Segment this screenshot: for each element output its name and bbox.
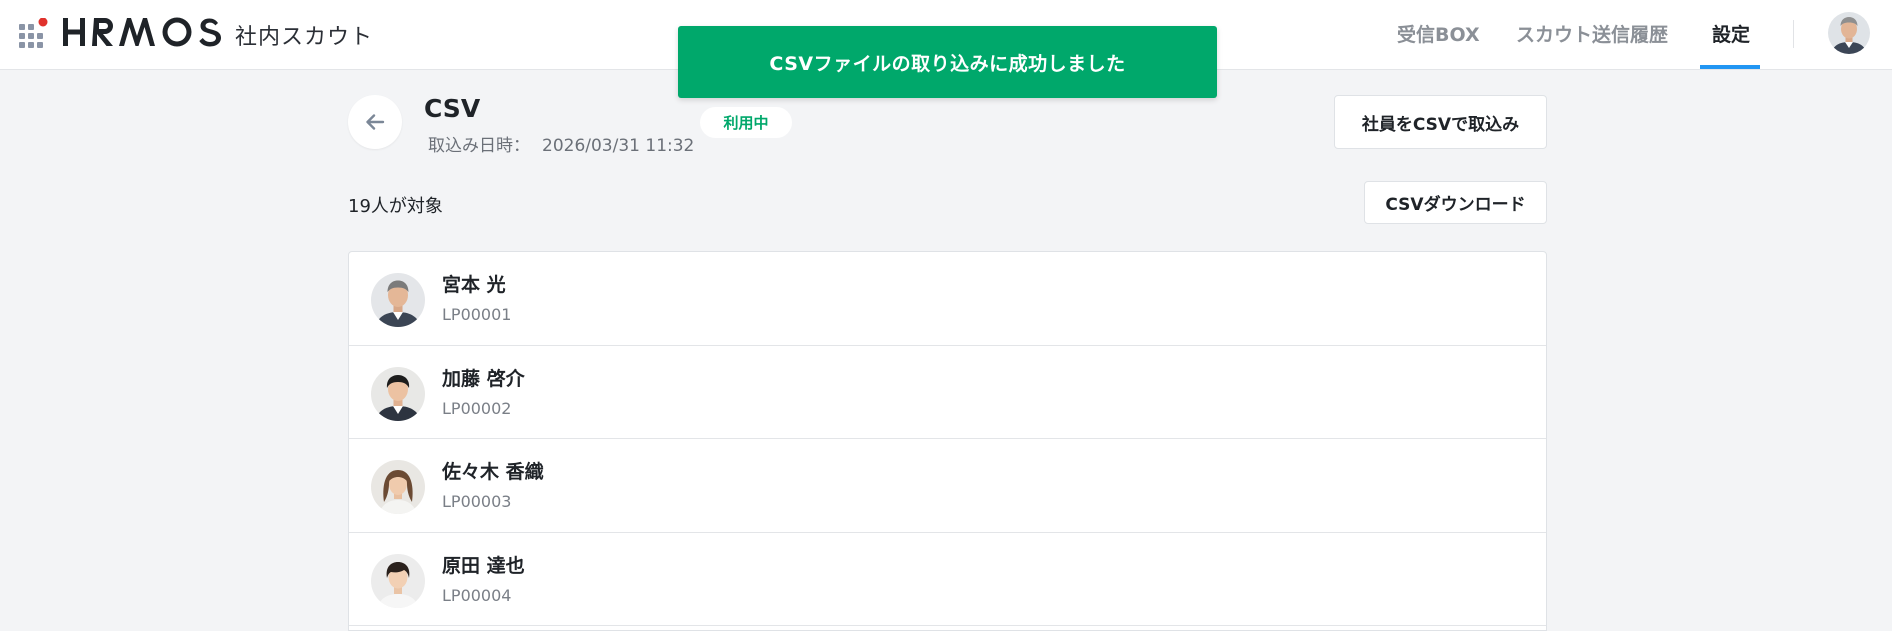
app-grid-icon[interactable] — [19, 18, 49, 48]
csv-download-button[interactable]: CSVダウンロード — [1364, 181, 1547, 224]
import-date: 取込み日時： 2026/03/31 11:32 — [428, 131, 694, 156]
nav-scout-history[interactable]: スカウト送信履歴 — [1516, 20, 1668, 47]
app-name: 社内スカウト — [235, 25, 374, 50]
list-item[interactable]: 原田 達也 LP00004 — [349, 533, 1546, 626]
list-item[interactable]: 宮本 光 LP00001 — [349, 252, 1546, 346]
nav-settings[interactable]: 設定 — [1712, 20, 1750, 47]
avatar — [371, 553, 425, 608]
employee-name: 宮本 光 — [442, 274, 506, 296]
employee-name: 佐々木 香織 — [442, 461, 544, 483]
success-toast: CSVファイルの取り込みに成功しました — [678, 26, 1217, 98]
target-count: 19人が対象 — [348, 196, 443, 217]
employee-list: 宮本 光 LP00001 加藤 啓介 LP00002 佐々木 香織 LP0000… — [348, 251, 1547, 631]
avatar — [371, 366, 425, 421]
import-employees-csv-button[interactable]: 社員をCSVで取込み — [1334, 95, 1547, 149]
import-date-label: 取込み日時： — [428, 136, 530, 156]
list-item[interactable]: 加藤 啓介 LP00002 — [349, 346, 1546, 439]
status-badge: 利用中 — [700, 107, 792, 138]
arrow-left-icon — [366, 114, 385, 130]
hrmos-logo[interactable] — [63, 14, 223, 50]
employee-id: LP00002 — [442, 398, 512, 418]
avatar — [371, 273, 425, 327]
nav-inbox[interactable]: 受信BOX — [1397, 20, 1480, 47]
list-item[interactable]: 佐々木 香織 LP00003 — [349, 439, 1546, 533]
avatar — [371, 460, 425, 514]
employee-name: 原田 達也 — [442, 554, 525, 577]
employee-name: 加藤 啓介 — [442, 367, 525, 390]
employee-id: LP00003 — [442, 492, 512, 511]
employee-id: LP00001 — [442, 305, 512, 324]
back-button[interactable] — [348, 95, 402, 149]
active-tab-indicator — [1700, 65, 1760, 69]
import-date-value: 2026/03/31 11:32 — [542, 136, 695, 156]
employee-id: LP00004 — [442, 585, 512, 605]
page-title: CSV — [424, 94, 481, 123]
user-avatar[interactable] — [1828, 12, 1870, 54]
nav-divider — [1793, 20, 1794, 48]
